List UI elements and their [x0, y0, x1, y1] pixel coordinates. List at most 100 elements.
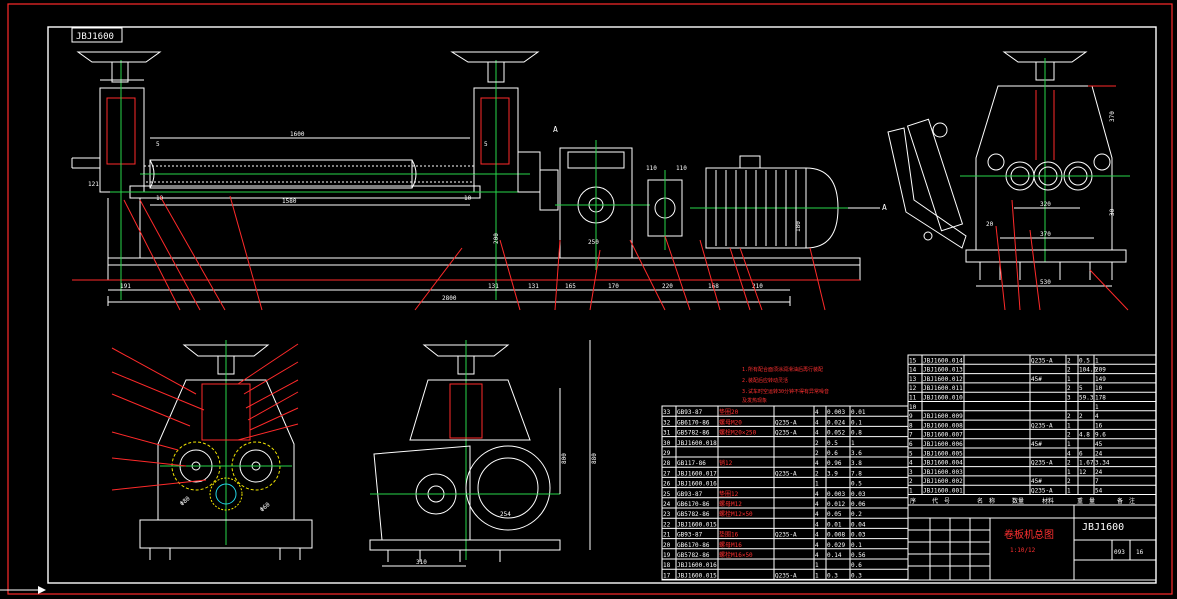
parts-cell: 螺母M20 — [719, 418, 742, 426]
parts-cell: 2 — [1067, 460, 1071, 467]
dim-5-b: 5 — [484, 141, 488, 148]
parts-cell: 7 — [1095, 478, 1099, 485]
parts-cell: 1 — [1095, 404, 1099, 411]
parts-cell: JBJ1600.007 — [923, 432, 963, 439]
side-dim-370: 370 — [1040, 231, 1051, 238]
dim-2800: 2800 — [442, 295, 457, 302]
parts-cell: 23 — [663, 511, 671, 518]
parts-cell: 0.1 — [851, 419, 862, 426]
end-housing — [409, 379, 531, 441]
end-dim-254: 254 — [500, 511, 511, 518]
dim-250: 250 — [588, 239, 599, 246]
parts-cell: 垫圈20 — [719, 408, 739, 416]
parts-cell: 16 — [1095, 422, 1103, 429]
parts-cell: JBJ1600.013 — [923, 367, 963, 374]
parts-cell: Q235-A — [775, 572, 797, 579]
parts-cell: 4 — [815, 409, 819, 416]
parts-cell: 3.8 — [851, 460, 862, 467]
swing-arm — [887, 127, 967, 249]
parts-cell: 0.04 — [851, 521, 866, 528]
view-marker-a-left: A — [553, 125, 558, 134]
parts-cell: 4 — [909, 460, 913, 467]
parts-cell: 1 — [1067, 488, 1071, 495]
parts-cell: 0.03 — [851, 532, 866, 539]
parts-cell: 4 — [815, 521, 819, 528]
parts-cell: 178 — [1095, 395, 1106, 402]
parts-cell: 14 — [909, 367, 917, 374]
parts-cell: 螺母M12 — [719, 500, 742, 508]
side-view: 370 320 530 370 20 30 — [887, 51, 1130, 311]
parts-cell: 30 — [663, 440, 671, 447]
parts-cell: 15 — [909, 357, 917, 364]
parts-cell: 0.05 — [827, 511, 842, 518]
parts-cell: 8 — [909, 422, 913, 429]
parts-cell: 垫圈16 — [719, 531, 739, 539]
parts-cell: 24 — [1095, 469, 1103, 476]
parts-footer-cell: 重 量 — [1077, 497, 1095, 505]
dim-191: 191 — [120, 283, 131, 290]
parts-cell: 2 — [815, 470, 819, 477]
parts-footer-cell: 数量 — [1012, 497, 1024, 505]
parts-cell: 销12 — [719, 459, 733, 467]
parts-cell: JBJ1600.010 — [923, 395, 963, 402]
front-view: A A 1600 1580 2800 121 131 191 131 165 1… — [71, 51, 887, 311]
parts-cell: GB6170-86 — [677, 419, 710, 426]
parts-cell: 0.01 — [827, 521, 842, 528]
parts-cell: 27 — [663, 470, 671, 477]
parts-footer-cell: 备 注 — [1117, 497, 1135, 505]
side-dim-30: 30 — [1109, 208, 1116, 216]
parts-cell: 0.3 — [851, 572, 862, 579]
side-dim-320: 320 — [1040, 201, 1051, 208]
parts-cell: 1 — [1067, 422, 1071, 429]
parts-cell: 螺栓M12×50 — [719, 510, 753, 518]
dim-131-a: 131 — [488, 283, 499, 290]
parts-cell: GB93-87 — [677, 409, 703, 416]
dim-121: 121 — [88, 181, 99, 188]
parts-cell: 4 — [1095, 413, 1099, 420]
note-1: 1.所有配合面须涂润滑油后再行装配 — [742, 366, 823, 373]
parts-cell: 2 — [1067, 357, 1071, 364]
parts-cell: 9 — [909, 413, 913, 420]
parts-cell: 29 — [663, 450, 671, 457]
parts-cell: 0.14 — [827, 552, 842, 559]
parts-cell: 4.8 — [1079, 432, 1090, 439]
gear-dim-80: Φ80 — [179, 495, 192, 508]
side-dim-height: 370 — [1109, 111, 1116, 122]
dim-220: 220 — [662, 283, 673, 290]
parts-cell: 0.012 — [827, 501, 845, 508]
parts-cell: 54 — [1095, 488, 1103, 495]
parts-cell: GB5782-86 — [677, 511, 710, 518]
parts-cell: 0.1 — [851, 542, 862, 549]
parts-cell: 4 — [815, 511, 819, 518]
parts-cell: 45# — [1031, 441, 1042, 448]
note-2: 2.装配后应转动灵活 — [742, 377, 788, 384]
sheet-number-b: 16 — [1136, 549, 1144, 556]
dim-110-a: 110 — [646, 165, 657, 172]
drawing-title: 卷板机总图 — [1004, 528, 1054, 541]
parts-cell: 10 — [909, 404, 917, 411]
parts-cell: 5 — [909, 450, 913, 457]
parts-cell: JBJ1600.017 — [677, 470, 717, 477]
gear-section-view: Φ80 Φ60 — [111, 340, 313, 560]
dim-165: 165 — [565, 283, 576, 290]
note-4: 及发热现象 — [742, 397, 767, 404]
parts-cell: 22 — [663, 521, 671, 528]
dim-170: 170 — [608, 283, 619, 290]
parts-cell: Q235-A — [775, 532, 797, 539]
parts-cell: 7.8 — [851, 470, 862, 477]
parts-cell: 13 — [909, 376, 917, 383]
parts-cell: 209 — [1095, 367, 1106, 374]
parts-cell: Q235-A — [1031, 460, 1053, 467]
parts-cell: 1 — [815, 562, 819, 569]
parts-cell: 1 — [1067, 376, 1071, 383]
parts-cell: 螺栓M16×50 — [719, 551, 753, 559]
parts-cell: 1 — [909, 488, 913, 495]
parts-cell: 7 — [909, 432, 913, 439]
gear-dim-60: Φ60 — [259, 501, 272, 514]
dim-1600: 1600 — [290, 131, 305, 138]
end-dim-800: 800 — [561, 453, 568, 464]
parts-cell: 5 — [1079, 385, 1083, 392]
parts-list-right: 15 JBJ1600.014 Q235-A 2 0.5 114 JBJ1600.013 2 10… — [907, 354, 1157, 506]
parts-cell: 0.024 — [827, 419, 845, 426]
arrow-marker — [38, 586, 46, 594]
